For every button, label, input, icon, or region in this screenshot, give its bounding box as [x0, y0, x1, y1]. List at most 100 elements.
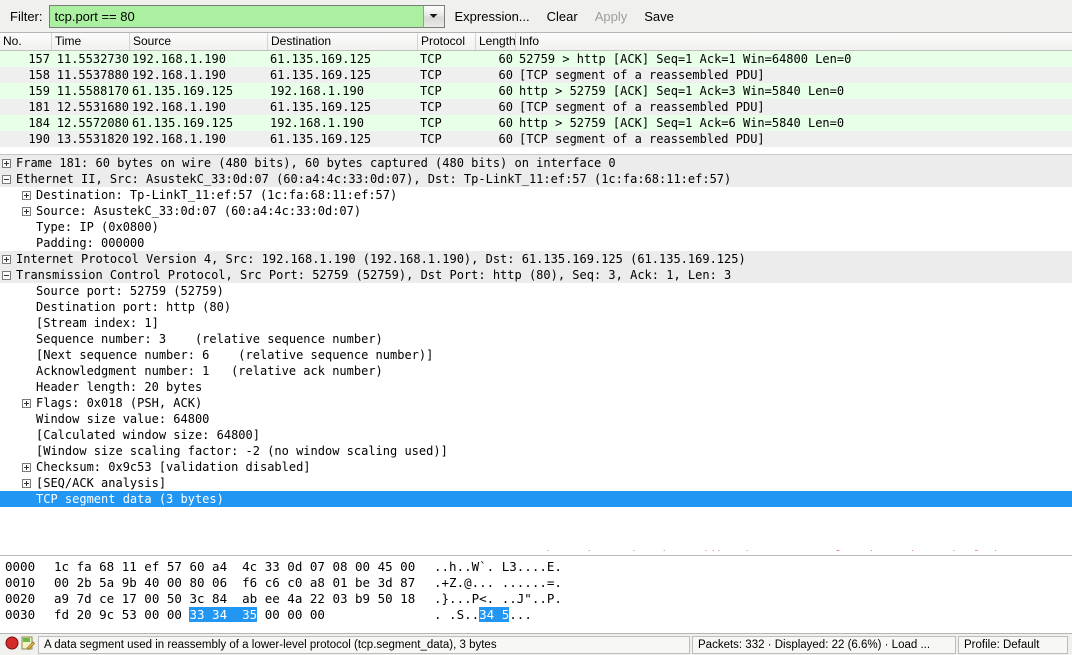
- packet-details-pane: Frame 181: 60 bytes on wire (480 bits), …: [0, 154, 1072, 551]
- clear-filter-button[interactable]: Clear: [540, 7, 585, 26]
- packet-cell-length: 60: [498, 100, 513, 114]
- protocol-tree-row[interactable]: TCP segment data (3 bytes): [0, 491, 1072, 507]
- wireshark-window: Filter: Expression... Clear Apply Save N…: [0, 0, 1072, 655]
- column-header-destination[interactable]: Destination: [268, 33, 418, 50]
- packet-cell-length: 60: [498, 116, 513, 130]
- hex-ascii: .}...P<. ..J"..P.: [434, 591, 562, 607]
- packet-list-row[interactable]: 190 13.5531820 192.168.1.190 61.135.169.125…: [0, 131, 1072, 147]
- stop-record-icon[interactable]: [5, 636, 19, 653]
- packet-cell-time: 12.5572080: [56, 116, 129, 130]
- protocol-tree-row[interactable]: Internet Protocol Version 4, Src: 192.16…: [0, 251, 1072, 267]
- packet-list-row[interactable]: 159 11.5588170 61.135.169.125 192.168.1.190…: [0, 83, 1072, 99]
- expand-plus-icon[interactable]: [22, 190, 31, 200]
- hex-dump-row[interactable]: 0030 fd 20 9c 53 00 00 33 34 35 00 00 00.…: [0, 607, 1072, 623]
- protocol-tree-row[interactable]: Type: IP (0x0800): [0, 219, 1072, 235]
- packet-bytes-pane[interactable]: 0000 1c fa 68 11 ef 57 60 a4 4c 33 0d 07 …: [0, 555, 1072, 633]
- edit-capture-comment-icon[interactable]: [21, 636, 35, 653]
- column-header-protocol[interactable]: Protocol: [418, 33, 476, 50]
- packet-cell-no: 181: [28, 100, 50, 114]
- protocol-tree-row[interactable]: Sequence number: 3 (relative sequence nu…: [0, 331, 1072, 347]
- packet-list-row[interactable]: 157 11.5532730 192.168.1.190 61.135.169.125…: [0, 51, 1072, 67]
- packet-list-row[interactable]: 181 12.5531680 192.168.1.190 61.135.169.125…: [0, 99, 1072, 115]
- display-filter-input[interactable]: [49, 5, 423, 27]
- chevron-down-icon: [429, 13, 438, 19]
- protocol-tree-label: Destination port: http (80): [36, 300, 232, 314]
- packet-cell-source: 192.168.1.190: [132, 68, 226, 82]
- protocol-tree-row[interactable]: Window size value: 64800: [0, 411, 1072, 427]
- profile-indicator[interactable]: Profile: Default: [958, 635, 1068, 654]
- expand-plus-icon[interactable]: [2, 254, 11, 264]
- protocol-tree-row[interactable]: Ethernet II, Src: AsustekC_33:0d:07 (60:…: [0, 171, 1072, 187]
- packet-list-row[interactable]: 184 12.5572080 61.135.169.125 192.168.1.190…: [0, 115, 1072, 131]
- expand-plus-icon[interactable]: [22, 398, 31, 408]
- protocol-tree-label: [Stream index: 1]: [36, 316, 159, 330]
- hex-dump-row[interactable]: 0010 00 2b 5a 9b 40 00 80 06 f6 c6 c0 a8 …: [0, 575, 1072, 591]
- apply-filter-button[interactable]: Apply: [588, 7, 635, 26]
- packet-cell-source: 192.168.1.190: [132, 100, 226, 114]
- protocol-tree-row[interactable]: Destination port: http (80): [0, 299, 1072, 315]
- protocol-tree-row[interactable]: Padding: 000000: [0, 235, 1072, 251]
- protocol-tree-label: Checksum: 0x9c53 [validation disabled]: [36, 460, 311, 474]
- packet-cell-protocol: TCP: [420, 132, 442, 146]
- hex-bytes-plain: 1c fa 68 11 ef 57 60 a4 4c 33 0d 07 08 0…: [54, 559, 416, 574]
- pane-splitter-top[interactable]: [0, 147, 1072, 154]
- protocol-tree-row[interactable]: Checksum: 0x9c53 [validation disabled]: [0, 459, 1072, 475]
- protocol-tree-label: Flags: 0x018 (PSH, ACK): [36, 396, 203, 410]
- expression-button[interactable]: Expression...: [448, 7, 537, 26]
- packet-cell-no: 158: [28, 68, 50, 82]
- column-header-length[interactable]: Length: [476, 33, 516, 50]
- expand-plus-icon[interactable]: [22, 206, 31, 216]
- column-header-info[interactable]: Info: [516, 33, 1072, 50]
- protocol-tree-label: Source port: 52759 (52759): [36, 284, 224, 298]
- packet-cell-protocol: TCP: [420, 68, 442, 82]
- expand-plus-icon[interactable]: [22, 462, 31, 472]
- hex-ascii-selected: 34 5: [479, 607, 510, 622]
- packet-cell-length: 60: [498, 52, 513, 66]
- collapse-minus-icon[interactable]: [2, 174, 11, 184]
- packet-cell-info: [TCP segment of a reassembled PDU]: [519, 132, 765, 146]
- protocol-tree-label: [Calculated window size: 64800]: [36, 428, 260, 442]
- protocol-tree-label: [SEQ/ACK analysis]: [36, 476, 167, 490]
- protocol-tree-row[interactable]: [Next sequence number: 6 (relative seque…: [0, 347, 1072, 363]
- protocol-tree-row[interactable]: [Calculated window size: 64800]: [0, 427, 1072, 443]
- hex-dump-row[interactable]: 0020 a9 7d ce 17 00 50 3c 84 ab ee 4a 22 …: [0, 591, 1072, 607]
- expand-plus-icon[interactable]: [2, 158, 11, 168]
- protocol-tree-row[interactable]: [Stream index: 1]: [0, 315, 1072, 331]
- column-header-no[interactable]: No.: [0, 33, 52, 50]
- packet-cell-source: 61.135.169.125: [132, 116, 234, 130]
- protocol-tree-row[interactable]: Transmission Control Protocol, Src Port:…: [0, 267, 1072, 283]
- expand-plus-icon[interactable]: [22, 478, 31, 488]
- hex-ascii: ..h..W`. L3....E.: [434, 559, 562, 575]
- protocol-tree-label: Header length: 20 bytes: [36, 380, 203, 394]
- protocol-tree-row[interactable]: Destination: Tp-LinkT_11:ef:57 (1c:fa:68…: [0, 187, 1072, 203]
- hex-bytes: 00 2b 5a 9b 40 00 80 06 f6 c6 c0 a8 01 b…: [54, 575, 434, 591]
- protocol-tree-row[interactable]: Acknowledgment number: 1 (relative ack n…: [0, 363, 1072, 379]
- save-filter-button[interactable]: Save: [637, 7, 681, 26]
- protocol-tree-label: Type: IP (0x0800): [36, 220, 159, 234]
- packet-list-pane: No. Time Source Destination Protocol Len…: [0, 33, 1072, 147]
- protocol-tree-row[interactable]: [SEQ/ACK analysis]: [0, 475, 1072, 491]
- protocol-tree-row[interactable]: Flags: 0x018 (PSH, ACK): [0, 395, 1072, 411]
- protocol-tree-row[interactable]: Source port: 52759 (52759): [0, 283, 1072, 299]
- column-header-time[interactable]: Time: [52, 33, 130, 50]
- filter-input-container[interactable]: [48, 4, 445, 28]
- hex-offset: 0020: [5, 591, 36, 606]
- protocol-tree-row[interactable]: [Window size scaling factor: -2 (no wind…: [0, 443, 1072, 459]
- hex-dump-row[interactable]: 0000 1c fa 68 11 ef 57 60 a4 4c 33 0d 07 …: [0, 559, 1072, 575]
- protocol-tree-row[interactable]: Header length: 20 bytes: [0, 379, 1072, 395]
- protocol-tree-row[interactable]: Frame 181: 60 bytes on wire (480 bits), …: [0, 155, 1072, 171]
- hex-bytes-selected: 33 34 35: [189, 607, 258, 622]
- protocol-tree-row[interactable]: Source: AsustekC_33:0d:07 (60:a4:4c:33:0…: [0, 203, 1072, 219]
- packet-list-row[interactable]: 158 11.5537880 192.168.1.190 61.135.169.125…: [0, 67, 1072, 83]
- protocol-tree-label: Sequence number: 3 (relative sequence nu…: [36, 332, 383, 346]
- packet-cell-info: http > 52759 [ACK] Seq=1 Ack=3 Win=5840 …: [519, 84, 845, 98]
- packet-cell-source: 192.168.1.190: [132, 52, 226, 66]
- packet-cell-destination: 61.135.169.125: [270, 132, 372, 146]
- column-header-source[interactable]: Source: [130, 33, 268, 50]
- collapse-minus-icon[interactable]: [2, 270, 11, 280]
- filter-history-dropdown-button[interactable]: [422, 5, 444, 27]
